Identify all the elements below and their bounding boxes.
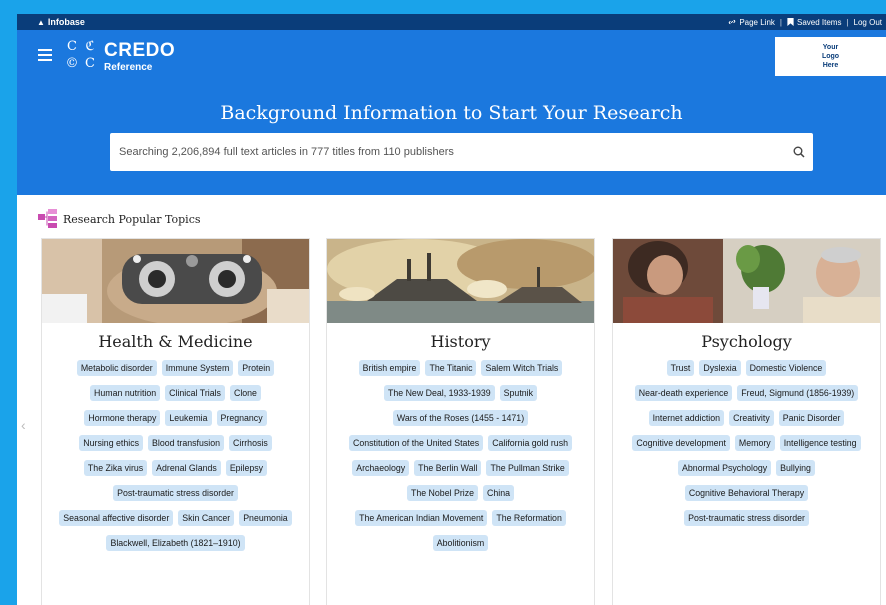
topic-tag[interactable]: The Berlin Wall: [414, 460, 482, 476]
separator: |: [846, 17, 849, 27]
topic-tag[interactable]: Hormone therapy: [84, 410, 161, 426]
infobase-logo-icon: ▲: [37, 17, 45, 27]
card-title[interactable]: Psychology: [613, 332, 880, 351]
main-content: Research Popular Topics ‹ Health & Medic…: [17, 195, 886, 605]
topic-tag[interactable]: Constitution of the United States: [349, 435, 484, 451]
topic-tag[interactable]: Memory: [734, 435, 775, 451]
naval-battle-painting[interactable]: [327, 239, 594, 323]
topic-tag[interactable]: Intelligence testing: [779, 435, 861, 451]
topic-tag[interactable]: Freud, Sigmund (1856-1939): [737, 385, 859, 401]
topic-tag[interactable]: Abnormal Psychology: [678, 460, 772, 476]
topic-tag[interactable]: Domestic Violence: [745, 360, 827, 376]
search-input[interactable]: [110, 133, 785, 171]
topic-card-health: Health & Medicine Metabolic disorder Imm…: [41, 238, 310, 605]
credo-logo-sub: Reference: [104, 62, 153, 73]
topic-tag[interactable]: Near-death experience: [634, 385, 733, 401]
link-icon: [729, 19, 736, 25]
topic-tag[interactable]: Cirrhosis: [229, 435, 272, 451]
card-title[interactable]: Health & Medicine: [42, 332, 309, 351]
page-link[interactable]: Page Link: [728, 18, 775, 27]
topic-tag[interactable]: Skin Cancer: [178, 510, 235, 526]
topic-tag[interactable]: China: [483, 485, 515, 501]
search-button[interactable]: [785, 133, 813, 171]
search-icon: [793, 146, 805, 158]
topic-tag[interactable]: Cognitive Behavioral Therapy: [684, 485, 809, 501]
topic-tag[interactable]: Pneumonia: [239, 510, 292, 526]
topic-tag[interactable]: California gold rush: [488, 435, 572, 451]
topic-tag[interactable]: Sputnik: [499, 385, 538, 401]
top-utility-bar: ▲ Infobase Page Link | Saved Items | Log…: [17, 14, 886, 30]
logo-line: Here: [822, 62, 839, 69]
logo-line: Logo: [821, 53, 840, 60]
topic-tag[interactable]: Post-traumatic stress disorder: [113, 485, 238, 501]
counseling-session-photo[interactable]: [613, 239, 880, 323]
topics-grid-icon: [38, 209, 57, 228]
search-bar: [110, 133, 813, 171]
saved-items-label: Saved Items: [796, 17, 842, 27]
topic-card-psychology: Psychology Trust Dyslexia Domestic Viole…: [612, 238, 881, 605]
carousel-prev-icon[interactable]: ‹: [21, 417, 26, 433]
topic-tag[interactable]: The Pullman Strike: [486, 460, 569, 476]
topic-tag[interactable]: Clinical Trials: [165, 385, 225, 401]
topic-tag[interactable]: The American Indian Movement: [355, 510, 488, 526]
credo-logo-name[interactable]: CREDO: [104, 40, 175, 62]
topic-tag[interactable]: Epilepsy: [225, 460, 268, 476]
topic-tag[interactable]: Immune System: [161, 360, 234, 376]
topic-tag[interactable]: Human nutrition: [90, 385, 161, 401]
page-link-label: Page Link: [739, 17, 775, 27]
eye-exam-photo[interactable]: [42, 239, 309, 323]
topic-tag[interactable]: Cognitive development: [632, 435, 730, 451]
bookmark-icon: [787, 18, 794, 26]
topic-tag[interactable]: Leukemia: [165, 410, 212, 426]
log-out-link[interactable]: Log Out: [854, 18, 882, 27]
tag-list: Metabolic disorder Immune System Protein…: [42, 360, 309, 551]
separator: |: [779, 17, 782, 27]
card-title[interactable]: History: [327, 332, 594, 351]
topic-tag[interactable]: Adrenal Glands: [152, 460, 221, 476]
topic-tag[interactable]: Nursing ethics: [79, 435, 144, 451]
hero-title: Background Information to Start Your Res…: [220, 102, 683, 124]
topic-tag[interactable]: Clone: [229, 385, 261, 401]
credo-logo-mark-icon: C ℭ © C: [65, 39, 95, 71]
topic-tag[interactable]: Protein: [238, 360, 275, 376]
infobase-label: Infobase: [47, 17, 85, 27]
institution-logo-placeholder: Your Logo Here: [775, 37, 886, 76]
topic-tag[interactable]: Blackwell, Elizabeth (1821–1910): [106, 535, 245, 551]
topic-tag[interactable]: Bullying: [776, 460, 815, 476]
hamburger-menu-icon[interactable]: [38, 49, 52, 61]
tag-list: Trust Dyslexia Domestic Violence Near-de…: [613, 360, 880, 526]
topic-tag[interactable]: Pregnancy: [216, 410, 267, 426]
section-header: Research Popular Topics: [37, 208, 201, 230]
topic-tag[interactable]: British empire: [358, 360, 421, 376]
topic-tag[interactable]: Seasonal affective disorder: [59, 510, 174, 526]
topic-tag[interactable]: Salem Witch Trials: [481, 360, 563, 376]
topic-tag[interactable]: The Reformation: [492, 510, 566, 526]
topic-tag[interactable]: The Nobel Prize: [406, 485, 479, 501]
section-title: Research Popular Topics: [63, 212, 201, 226]
topic-card-history: History British empire The Titanic Salem…: [326, 238, 595, 605]
topic-tag[interactable]: The Zika virus: [83, 460, 148, 476]
topic-tag[interactable]: Wars of the Roses (1455 - 1471): [392, 410, 529, 426]
logo-line: Your: [822, 44, 839, 51]
topic-tag[interactable]: Post-traumatic stress disorder: [684, 510, 809, 526]
tag-list: British empire The Titanic Salem Witch T…: [327, 360, 594, 551]
topic-tag[interactable]: Panic Disorder: [778, 410, 845, 426]
topic-tag[interactable]: Dyslexia: [699, 360, 741, 376]
topic-tag[interactable]: Trust: [666, 360, 695, 376]
topic-tag[interactable]: Abolitionism: [432, 535, 489, 551]
topic-tag[interactable]: The Titanic: [425, 360, 477, 376]
topic-tag[interactable]: Internet addiction: [648, 410, 725, 426]
topic-tag[interactable]: Blood transfusion: [148, 435, 225, 451]
saved-items-link[interactable]: Saved Items: [787, 18, 841, 27]
topic-tag[interactable]: Archaeology: [352, 460, 410, 476]
log-out-label: Log Out: [853, 17, 882, 27]
topic-tag[interactable]: Metabolic disorder: [76, 360, 157, 376]
infobase-brand[interactable]: ▲ Infobase: [17, 17, 85, 27]
topic-tag[interactable]: The New Deal, 1933-1939: [383, 385, 495, 401]
topic-tag[interactable]: Creativity: [729, 410, 774, 426]
site-header: C ℭ © C CREDO Reference Your Logo Here Back…: [17, 30, 886, 195]
